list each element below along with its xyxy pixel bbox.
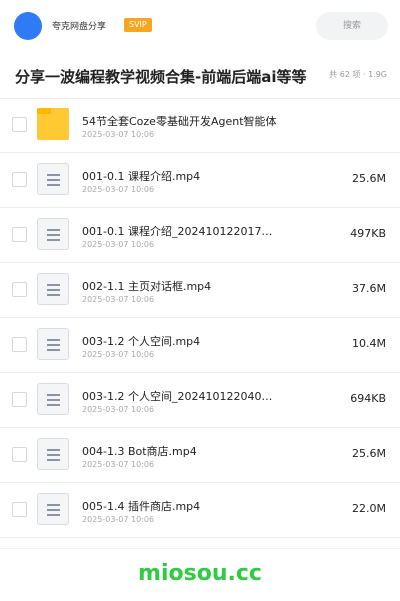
- item-name: 002-1.1 主页对话框.mp4: [82, 280, 212, 293]
- title-bar: 分享一波编程教学视频合集-前端后端ai等等 共 62 项 · 1.9G: [0, 52, 400, 99]
- file-icon: [37, 493, 69, 525]
- header: 夸克网盘分享 SVIP 搜索: [0, 0, 400, 52]
- item-size: 25.6M: [352, 172, 386, 185]
- item-size: 694KB: [350, 392, 386, 405]
- select-checkbox[interactable]: [12, 337, 27, 352]
- item-size: 497KB: [350, 227, 386, 240]
- avatar[interactable]: [14, 12, 42, 40]
- item-date: 2025-03-07 10:06: [82, 515, 155, 524]
- list-item[interactable]: 003-1.2 个人空间.mp4 2025-03-07 10:06 10.4M: [0, 318, 400, 373]
- item-size: 25.6M: [352, 447, 386, 460]
- page-title: 分享一波编程教学视频合集-前端后端ai等等: [15, 68, 307, 86]
- brand-watermark: miosou.cc: [138, 561, 262, 586]
- item-size: 22.0M: [352, 502, 386, 515]
- list-item[interactable]: 54节全套Coze零基础开发Agent智能体 2025-03-07 10:06: [0, 98, 400, 153]
- item-name: 54节全套Coze零基础开发Agent智能体: [82, 115, 277, 128]
- list-item[interactable]: 005-1.4 插件商店.mp4 2025-03-07 10:06 22.0M: [0, 483, 400, 538]
- folder-icon: [37, 108, 69, 140]
- list-item[interactable]: 001-0.1 课程介绍.mp4 2025-03-07 10:06 25.6M: [0, 153, 400, 208]
- file-icon: [37, 273, 69, 305]
- item-name: 004-1.3 Bot商店.mp4: [82, 445, 197, 458]
- select-checkbox[interactable]: [12, 447, 27, 462]
- item-date: 2025-03-07 10:06: [82, 350, 155, 359]
- footer: miosou.cc: [0, 548, 400, 601]
- select-checkbox[interactable]: [12, 392, 27, 407]
- item-date: 2025-03-07 10:06: [82, 295, 155, 304]
- list-item[interactable]: 002-1.1 主页对话框.mp4 2025-03-07 10:06 37.6M: [0, 263, 400, 318]
- item-date: 2025-03-07 10:06: [82, 460, 155, 469]
- item-date: 2025-03-07 10:06: [82, 405, 155, 414]
- item-name: 005-1.4 插件商店.mp4: [82, 500, 201, 513]
- item-date: 2025-03-07 10:06: [82, 240, 155, 249]
- svip-badge: SVIP: [124, 18, 152, 32]
- file-icon: [37, 218, 69, 250]
- file-icon: [37, 163, 69, 195]
- select-checkbox[interactable]: [12, 282, 27, 297]
- search-input[interactable]: 搜索: [316, 12, 388, 40]
- list-item[interactable]: 003-1.2 个人空间_202410122040… 2025-03-07 10…: [0, 373, 400, 428]
- item-name: 003-1.2 个人空间_202410122040…: [82, 390, 273, 403]
- select-checkbox[interactable]: [12, 227, 27, 242]
- select-checkbox[interactable]: [12, 172, 27, 187]
- list-item[interactable]: 004-1.3 Bot商店.mp4 2025-03-07 10:06 25.6M: [0, 428, 400, 483]
- item-date: 2025-03-07 10:06: [82, 130, 155, 139]
- file-icon: [37, 328, 69, 360]
- select-checkbox[interactable]: [12, 502, 27, 517]
- item-name: 001-0.1 课程介绍_202410122017…: [82, 225, 273, 238]
- share-summary: 共 62 项 · 1.9G: [329, 70, 387, 79]
- file-list: 54节全套Coze零基础开发Agent智能体 2025-03-07 10:06 …: [0, 98, 400, 538]
- item-name: 003-1.2 个人空间.mp4: [82, 335, 201, 348]
- sharer-name: 夸克网盘分享: [52, 22, 107, 32]
- item-size: 37.6M: [352, 282, 386, 295]
- file-icon: [37, 438, 69, 470]
- file-icon: [37, 383, 69, 415]
- list-item[interactable]: 001-0.1 课程介绍_202410122017… 2025-03-07 10…: [0, 208, 400, 263]
- item-date: 2025-03-07 10:06: [82, 185, 155, 194]
- item-name: 001-0.1 课程介绍.mp4: [82, 170, 201, 183]
- select-checkbox[interactable]: [12, 117, 27, 132]
- item-size: 10.4M: [352, 337, 386, 350]
